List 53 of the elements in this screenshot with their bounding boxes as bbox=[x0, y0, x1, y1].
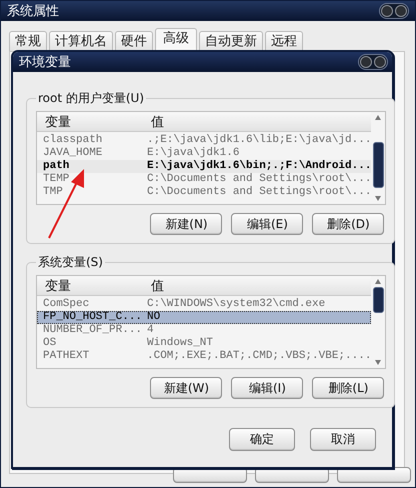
tab[interactable]: 自动更新 bbox=[199, 31, 263, 51]
tab[interactable]: 远程 bbox=[265, 31, 303, 51]
group-label: 系统变量(S) bbox=[37, 254, 104, 271]
group-label: root 的用户变量(U) bbox=[37, 90, 146, 107]
variable-value: C:\WINDOWS\system32\cmd.exe bbox=[146, 298, 326, 311]
variable-name: JAVA_HOME bbox=[42, 147, 104, 160]
variable-name: FP_NO_HOST_C... bbox=[42, 311, 141, 324]
variable-value: .COM;.EXE;.BAT;.CMD;.VBS;.VBE;.... bbox=[146, 350, 372, 363]
selected-row[interactable]: FP_NO_HOST_C... NO bbox=[37, 311, 372, 324]
scroll-up-icon[interactable] bbox=[375, 115, 382, 120]
tab[interactable]: 计算机名 bbox=[49, 31, 113, 51]
variable-value: E:\java\jdk1.6 bbox=[146, 147, 240, 160]
column-header-text: 值 bbox=[150, 114, 164, 130]
dialog-button[interactable]: 新建(W) bbox=[150, 377, 222, 399]
scrollbar-thumb[interactable] bbox=[372, 287, 384, 313]
variable-name: TMP bbox=[42, 186, 64, 199]
variable-name: path bbox=[42, 160, 70, 173]
dialog-title: 环境变量 bbox=[19, 54, 71, 71]
variable-name: classpath bbox=[42, 134, 104, 147]
tab[interactable]: 高级 bbox=[155, 28, 197, 51]
column-header[interactable]: 变量 值 bbox=[37, 276, 372, 296]
dialog-button[interactable]: 取消 bbox=[310, 428, 376, 451]
dialog-button[interactable]: 删除(D) bbox=[312, 213, 384, 235]
scroll-down-icon[interactable] bbox=[375, 360, 382, 365]
dialog-button[interactable]: 新建(N) bbox=[150, 213, 222, 235]
variable-name: PATHEXT bbox=[42, 350, 90, 363]
variable-value: C:\Documents and Settings\root\... bbox=[146, 186, 372, 199]
variable-value: NO bbox=[146, 311, 160, 324]
window-controls-icon[interactable] bbox=[358, 54, 388, 70]
dialog-button[interactable]: 删除(L) bbox=[312, 377, 384, 399]
tab[interactable]: 常规 bbox=[9, 31, 47, 51]
column-header[interactable]: 变量 值 bbox=[37, 112, 372, 132]
variable-name: NUMBER_OF_PR... bbox=[42, 324, 141, 337]
column-header-text: 变量 bbox=[44, 114, 72, 130]
variable-name: TEMP bbox=[42, 173, 70, 186]
scroll-up-icon[interactable] bbox=[375, 279, 382, 284]
variable-value: .;E:\java\jdk1.6\lib;E:\java\jd... bbox=[146, 134, 372, 147]
dialog-button[interactable]: 编辑(I) bbox=[231, 377, 304, 399]
window-title: 系统属性 bbox=[7, 3, 59, 20]
tab[interactable]: 硬件 bbox=[115, 31, 153, 51]
window-controls-icon[interactable] bbox=[379, 3, 409, 19]
scroll-down-icon[interactable] bbox=[375, 196, 382, 201]
variable-value: Windows_NT bbox=[146, 337, 214, 350]
variable-name: OS bbox=[42, 337, 58, 350]
variable-name: ComSpec bbox=[42, 298, 90, 311]
variable-value: 4 bbox=[146, 324, 154, 337]
column-header-text: 值 bbox=[150, 278, 164, 294]
dialog-button[interactable]: 编辑(E) bbox=[231, 213, 304, 235]
dialog-button[interactable]: 确定 bbox=[229, 428, 295, 451]
variable-value: E:\java\jdk1.6\bin;.;F:\Android... bbox=[146, 160, 372, 173]
scrollbar-thumb[interactable] bbox=[372, 142, 384, 188]
variable-value: C:\Documents and Settings\root\... bbox=[146, 173, 372, 186]
column-header-text: 变量 bbox=[44, 278, 72, 294]
